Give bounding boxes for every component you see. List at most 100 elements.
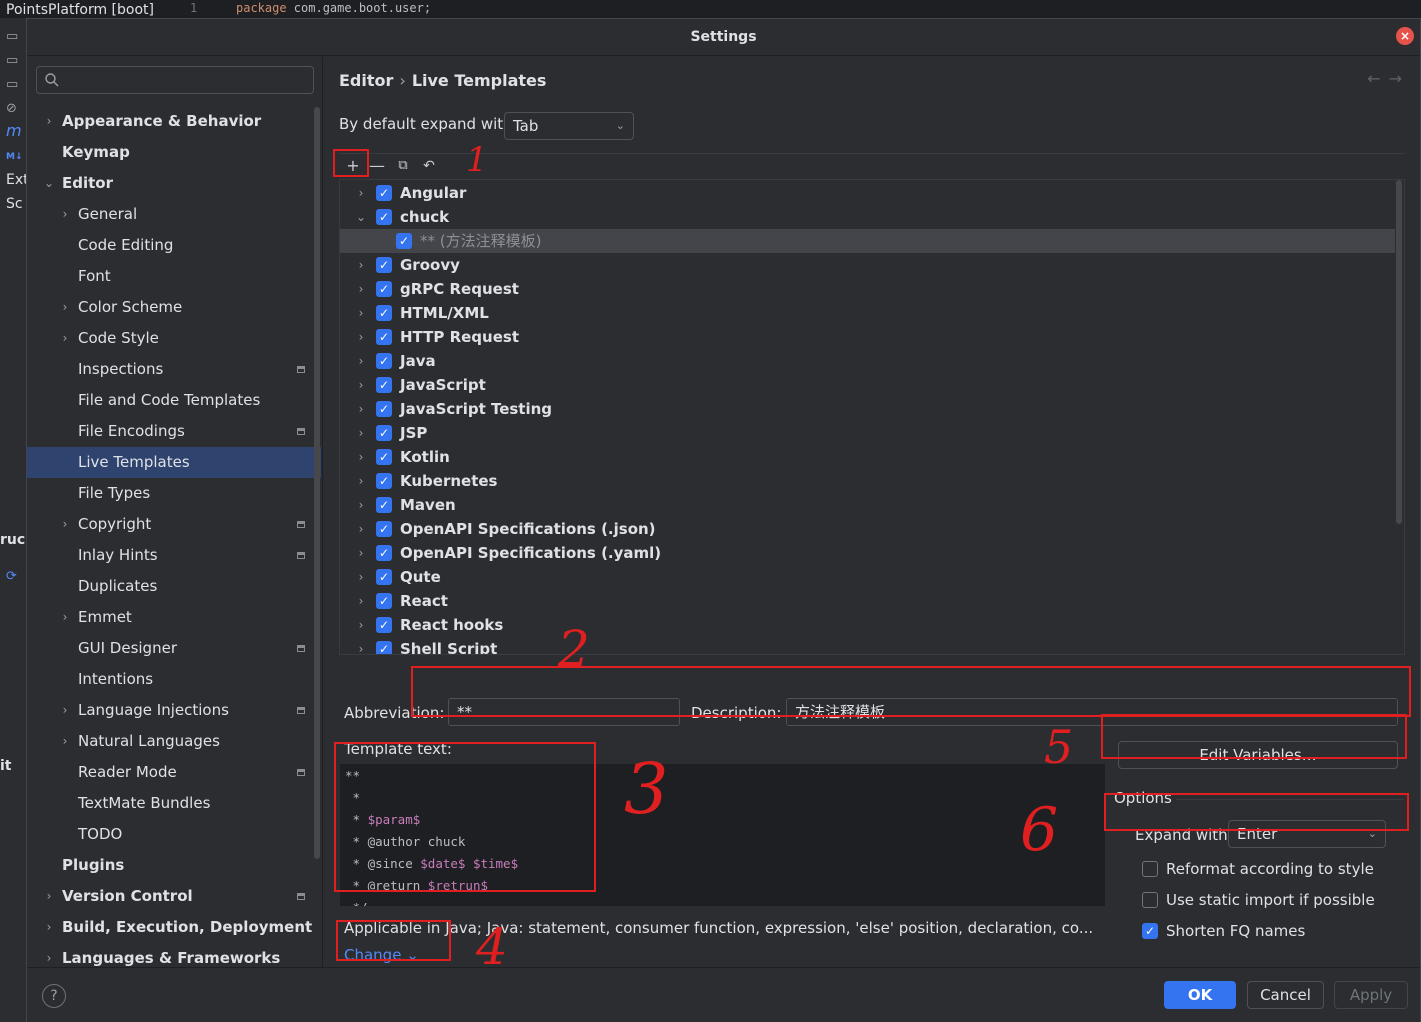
tree-item[interactable]: › Build, Execution, Deployment bbox=[27, 912, 321, 943]
chevron-right-icon[interactable]: › bbox=[356, 325, 366, 349]
copy-icon[interactable]: ⧉ bbox=[393, 156, 413, 176]
tree-item[interactable]: Plugins bbox=[27, 850, 321, 881]
chevron-right-icon[interactable]: › bbox=[60, 509, 70, 540]
template-enabled-checkbox[interactable]: ✓ bbox=[376, 305, 392, 321]
tree-item[interactable]: ⌄ Editor bbox=[27, 168, 321, 199]
tree-item[interactable]: Font bbox=[27, 261, 321, 292]
template-enabled-checkbox[interactable]: ✓ bbox=[376, 593, 392, 609]
chevron-right-icon[interactable]: › bbox=[356, 349, 366, 373]
folder-icon[interactable]: ▭ bbox=[6, 54, 22, 68]
template-group[interactable]: › ✓ Angular bbox=[340, 181, 1395, 205]
restore-icon[interactable]: ↶ bbox=[419, 156, 439, 176]
template-enabled-checkbox[interactable]: ✓ bbox=[376, 185, 392, 201]
template-enabled-checkbox[interactable]: ✓ bbox=[376, 377, 392, 393]
chevron-right-icon[interactable]: › bbox=[356, 301, 366, 325]
folder-icon[interactable]: ▭ bbox=[6, 78, 22, 92]
disabled-icon[interactable]: ⊘ bbox=[6, 102, 22, 116]
template-group[interactable]: › ✓ OpenAPI Specifications (.json) bbox=[340, 517, 1395, 541]
chevron-right-icon[interactable]: › bbox=[60, 695, 70, 726]
tree-item[interactable]: Reader Mode bbox=[27, 757, 321, 788]
template-enabled-checkbox[interactable]: ✓ bbox=[376, 641, 392, 654]
breadcrumb-parent[interactable]: Editor bbox=[339, 71, 393, 90]
m-icon[interactable]: m bbox=[6, 123, 22, 139]
template-group[interactable]: ⌄ ✓ chuck bbox=[340, 205, 1395, 229]
tree-item[interactable]: › Natural Languages bbox=[27, 726, 321, 757]
chevron-down-icon[interactable]: ⌄ bbox=[356, 205, 366, 229]
shorten-fq-checkbox[interactable]: ✓ bbox=[1142, 923, 1158, 939]
chevron-right-icon[interactable]: › bbox=[356, 637, 366, 654]
template-enabled-checkbox[interactable]: ✓ bbox=[376, 569, 392, 585]
chevron-right-icon[interactable]: › bbox=[356, 277, 366, 301]
chevron-right-icon[interactable]: › bbox=[60, 323, 70, 354]
ok-button[interactable]: OK bbox=[1164, 981, 1236, 1009]
tree-item[interactable]: Duplicates bbox=[27, 571, 321, 602]
tree-item[interactable]: › General bbox=[27, 199, 321, 230]
chevron-right-icon[interactable]: › bbox=[356, 541, 366, 565]
template-group[interactable]: › ✓ JavaScript bbox=[340, 373, 1395, 397]
tree-item[interactable]: › Copyright bbox=[27, 509, 321, 540]
template-enabled-checkbox[interactable]: ✓ bbox=[376, 257, 392, 273]
reformat-checkbox[interactable] bbox=[1142, 861, 1158, 877]
forward-arrow-icon[interactable]: → bbox=[1389, 69, 1410, 88]
chevron-right-icon[interactable]: › bbox=[44, 912, 54, 943]
chevron-right-icon[interactable]: › bbox=[60, 199, 70, 230]
chevron-right-icon[interactable]: › bbox=[356, 373, 366, 397]
remove-icon[interactable]: — bbox=[367, 156, 387, 176]
settings-search-input[interactable] bbox=[36, 66, 314, 94]
template-group[interactable]: › ✓ JSP bbox=[340, 421, 1395, 445]
tree-item[interactable]: › Version Control bbox=[27, 881, 321, 912]
chevron-right-icon[interactable]: › bbox=[356, 493, 366, 517]
template-enabled-checkbox[interactable]: ✓ bbox=[376, 545, 392, 561]
dialog-titlebar[interactable]: Settings × bbox=[27, 19, 1420, 56]
template-enabled-checkbox[interactable]: ✓ bbox=[376, 425, 392, 441]
chevron-down-icon[interactable]: ⌄ bbox=[44, 168, 54, 199]
tree-item[interactable]: TODO bbox=[27, 819, 321, 850]
template-enabled-checkbox[interactable]: ✓ bbox=[396, 233, 412, 249]
template-enabled-checkbox[interactable]: ✓ bbox=[376, 617, 392, 633]
template-group[interactable]: › ✓ React bbox=[340, 589, 1395, 613]
templates-scrollbar[interactable] bbox=[1396, 180, 1402, 524]
template-group[interactable]: › ✓ React hooks bbox=[340, 613, 1395, 637]
template-enabled-checkbox[interactable]: ✓ bbox=[376, 497, 392, 513]
tree-item[interactable]: Keymap bbox=[27, 137, 321, 168]
chevron-right-icon[interactable]: › bbox=[356, 565, 366, 589]
chevron-right-icon[interactable]: › bbox=[44, 881, 54, 912]
refresh-icon[interactable]: ⟳ bbox=[6, 570, 22, 584]
template-enabled-checkbox[interactable]: ✓ bbox=[376, 401, 392, 417]
template-enabled-checkbox[interactable]: ✓ bbox=[376, 209, 392, 225]
template-group[interactable]: › ✓ Kotlin bbox=[340, 445, 1395, 469]
chevron-right-icon[interactable]: › bbox=[60, 726, 70, 757]
template-group[interactable]: › ✓ OpenAPI Specifications (.yaml) bbox=[340, 541, 1395, 565]
tree-item[interactable]: Inlay Hints bbox=[27, 540, 321, 571]
tree-item[interactable]: › Code Style bbox=[27, 323, 321, 354]
template-enabled-checkbox[interactable]: ✓ bbox=[376, 521, 392, 537]
template-item[interactable]: ✓ ** (方法注释模板) bbox=[340, 229, 1395, 253]
template-group[interactable]: › ✓ Java bbox=[340, 349, 1395, 373]
help-button[interactable]: ? bbox=[42, 984, 66, 1008]
chevron-right-icon[interactable]: › bbox=[356, 469, 366, 493]
template-group[interactable]: › ✓ Kubernetes bbox=[340, 469, 1395, 493]
tree-item[interactable]: › Appearance & Behavior bbox=[27, 106, 321, 137]
cancel-button[interactable]: Cancel bbox=[1247, 981, 1324, 1009]
template-group[interactable]: › ✓ Maven bbox=[340, 493, 1395, 517]
tree-item[interactable]: File and Code Templates bbox=[27, 385, 321, 416]
tree-item[interactable]: File Encodings bbox=[27, 416, 321, 447]
chevron-right-icon[interactable]: › bbox=[356, 517, 366, 541]
tree-item[interactable]: TextMate Bundles bbox=[27, 788, 321, 819]
chevron-right-icon[interactable]: › bbox=[356, 253, 366, 277]
tree-item[interactable]: File Types bbox=[27, 478, 321, 509]
tree-item[interactable]: › Emmet bbox=[27, 602, 321, 633]
template-enabled-checkbox[interactable]: ✓ bbox=[376, 449, 392, 465]
tree-item[interactable]: Live Templates bbox=[27, 447, 321, 478]
tree-item[interactable]: › Color Scheme bbox=[27, 292, 321, 323]
template-enabled-checkbox[interactable]: ✓ bbox=[376, 473, 392, 489]
apply-button[interactable]: Apply bbox=[1334, 981, 1408, 1009]
chevron-right-icon[interactable]: › bbox=[44, 106, 54, 137]
template-enabled-checkbox[interactable]: ✓ bbox=[376, 329, 392, 345]
static-import-checkbox[interactable] bbox=[1142, 892, 1158, 908]
chevron-right-icon[interactable]: › bbox=[60, 602, 70, 633]
template-group[interactable]: › ✓ HTML/XML bbox=[340, 301, 1395, 325]
chevron-right-icon[interactable]: › bbox=[60, 292, 70, 323]
template-group[interactable]: › ✓ Shell Script bbox=[340, 637, 1395, 654]
template-enabled-checkbox[interactable]: ✓ bbox=[376, 353, 392, 369]
